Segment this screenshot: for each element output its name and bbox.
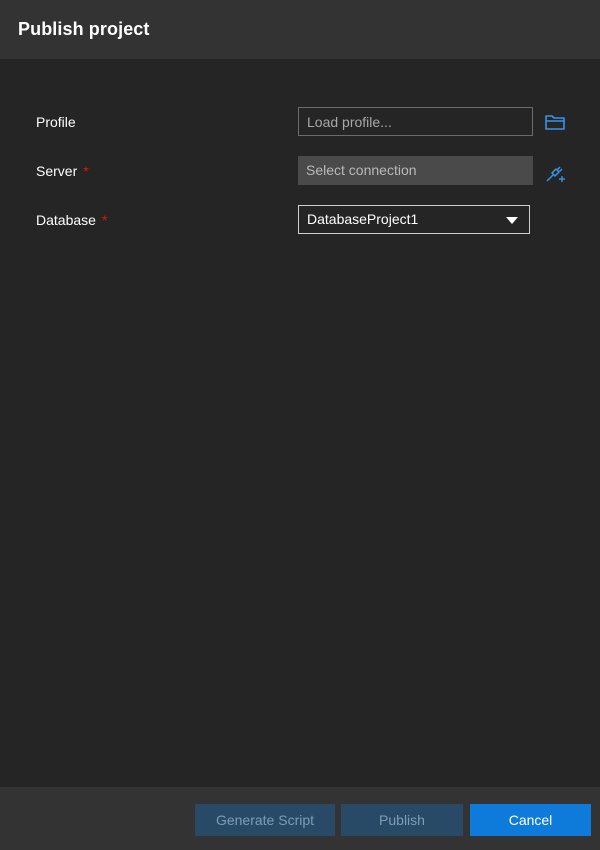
profile-label-text: Profile — [36, 114, 76, 130]
database-selected-value: DatabaseProject1 — [307, 211, 419, 227]
generate-script-button[interactable]: Generate Script — [195, 804, 335, 836]
caret-down-icon — [506, 217, 518, 224]
server-label-text: Server — [36, 163, 78, 179]
plug-add-icon[interactable] — [543, 160, 565, 182]
database-required-marker: * — [101, 212, 108, 228]
profile-input[interactable] — [298, 107, 533, 136]
profile-label: Profile — [36, 114, 76, 130]
dialog-title: Publish project — [18, 19, 150, 39]
dialog-footer: Generate Script Publish Cancel — [0, 787, 600, 850]
publish-button[interactable]: Publish — [341, 804, 463, 836]
database-select[interactable]: DatabaseProject1 — [298, 205, 530, 234]
server-placeholder: Select connection — [306, 162, 417, 178]
server-label: Server * — [36, 163, 89, 179]
database-label-text: Database — [36, 212, 96, 228]
folder-icon[interactable] — [544, 111, 566, 133]
dialog-header: Publish project — [0, 0, 600, 59]
cancel-button[interactable]: Cancel — [470, 804, 591, 836]
publish-project-dialog: Publish project Profile Server * Select c… — [0, 0, 600, 850]
database-label: Database * — [36, 212, 107, 228]
server-required-marker: * — [83, 163, 89, 179]
server-connection-field[interactable]: Select connection — [298, 156, 533, 185]
